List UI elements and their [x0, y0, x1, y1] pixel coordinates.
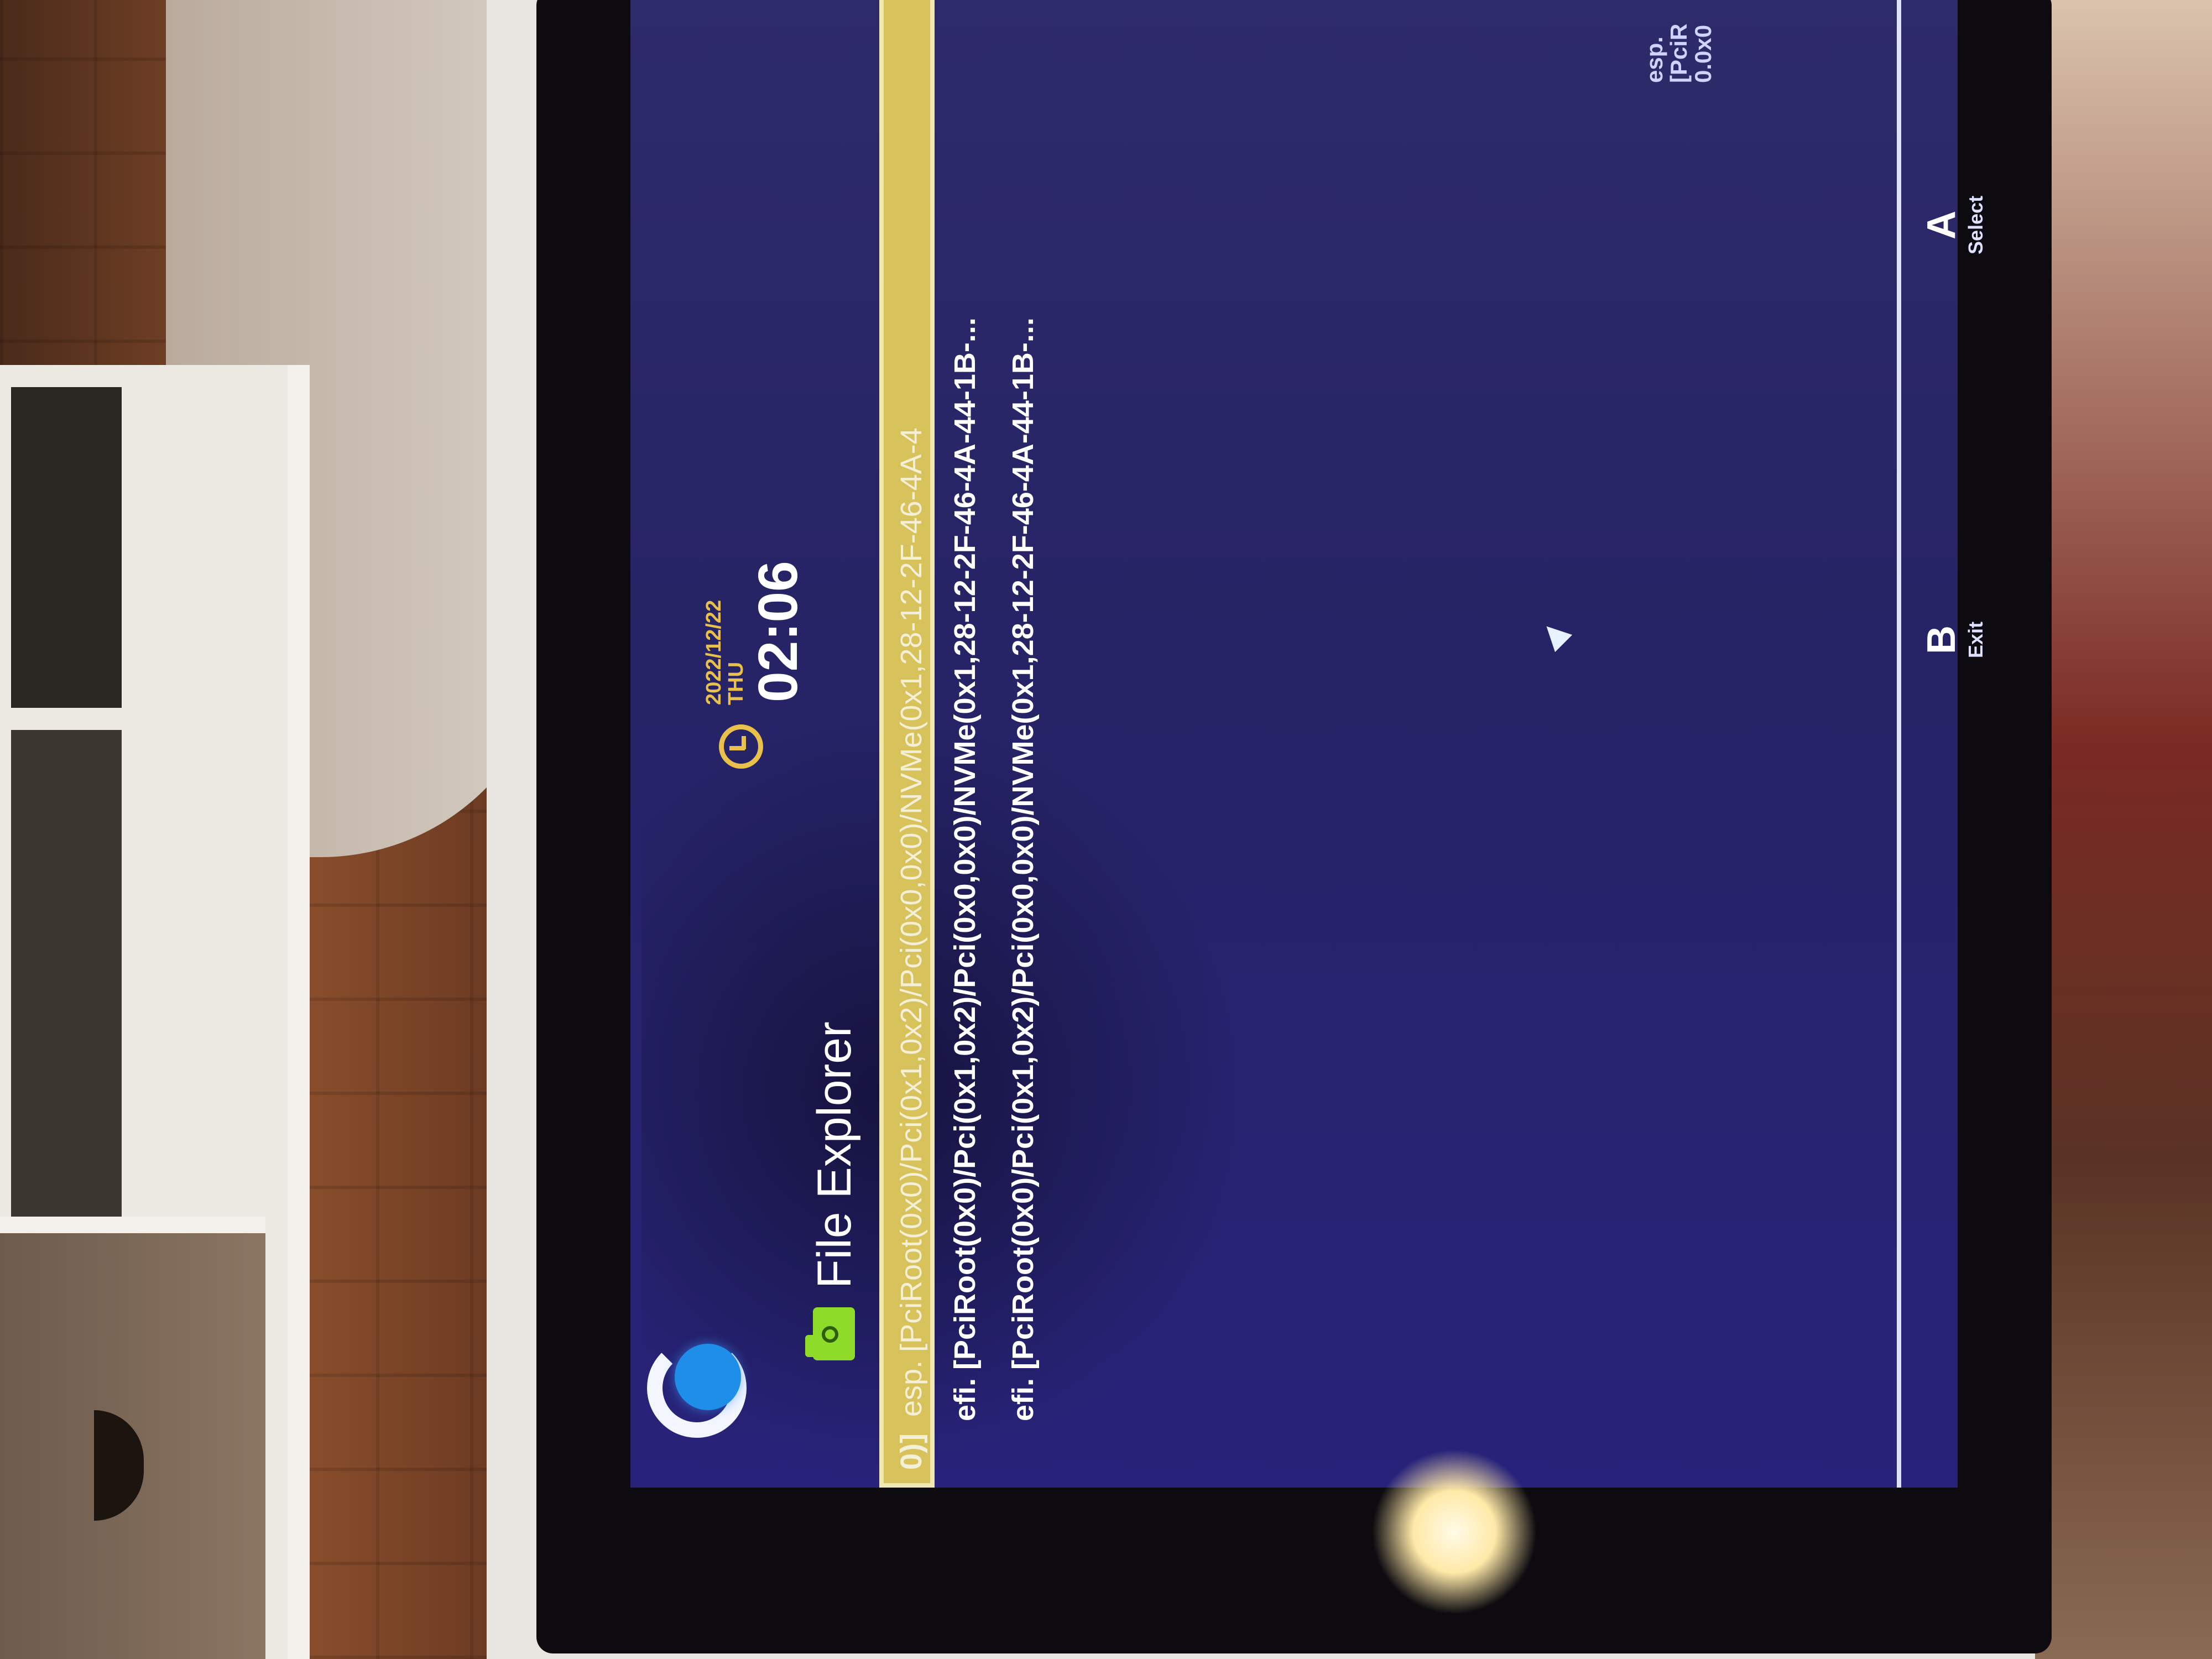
- shelf-slot: [11, 387, 122, 708]
- app-logo-icon: [647, 1327, 758, 1438]
- clock-date: 2022/12/22: [702, 599, 726, 705]
- exit-hint[interactable]: B Exit: [1919, 622, 1987, 658]
- shelf-slot: [11, 730, 122, 1228]
- drawer-pull: [94, 1410, 144, 1521]
- list-item-label: efi. [PciRoot(0x0)/Pci(0x1,0x2)/Pci(0x0,…: [1006, 317, 1040, 1421]
- select-label: Select: [1964, 195, 1987, 254]
- list-item[interactable]: efi. [PciRoot(0x0)/Pci(0x1,0x2)/Pci(0x0,…: [995, 0, 1051, 1488]
- page-title: File Explorer: [808, 1021, 861, 1288]
- logo-dot: [675, 1344, 741, 1410]
- footer-divider: [1897, 0, 1901, 1488]
- list-item-label: efi. [PciRoot(0x0)/Pci(0x1,0x2)/Pci(0x0,…: [948, 317, 982, 1421]
- drawer: [0, 1217, 265, 1659]
- list-item-selected[interactable]: 0)] esp. [PciRoot(0x0)/Pci(0x1,0x2)/Pci(…: [879, 0, 935, 1488]
- select-hint[interactable]: A Select: [1919, 196, 1987, 254]
- folder-icon: [813, 1307, 855, 1360]
- pointer-cursor-icon: [1537, 617, 1573, 653]
- list-item[interactable]: efi. [PciRoot(0x0)/Pci(0x1,0x2)/Pci(0x0,…: [937, 0, 993, 1488]
- clock: 2022/12/22 THU 02:06: [669, 437, 809, 769]
- side-preview-line: 0.0x0: [1690, 24, 1716, 83]
- side-preview: esp. [PciR 0.0x0: [1641, 0, 1716, 83]
- b-button-icon: B: [1919, 625, 1964, 654]
- file-explorer-ui: 2022/12/22 THU 02:06 File Explorer 0)] e…: [630, 0, 1987, 1488]
- clock-weekday: THU: [724, 661, 748, 705]
- side-preview-line: esp.: [1641, 36, 1667, 83]
- clock-time: 02:06: [747, 561, 809, 702]
- a-button-icon: A: [1919, 210, 1964, 239]
- light-glare: [1371, 1449, 1537, 1615]
- clock-icon: [719, 724, 763, 769]
- folder-power-icon: [822, 1326, 838, 1343]
- list-item-prefix: 0)]: [895, 1433, 928, 1470]
- list-item-label: esp. [PciRoot(0x0)/Pci(0x1,0x2)/Pci(0x0,…: [895, 427, 928, 1417]
- exit-label: Exit: [1964, 621, 1987, 658]
- side-preview-line: [PciR: [1666, 23, 1692, 83]
